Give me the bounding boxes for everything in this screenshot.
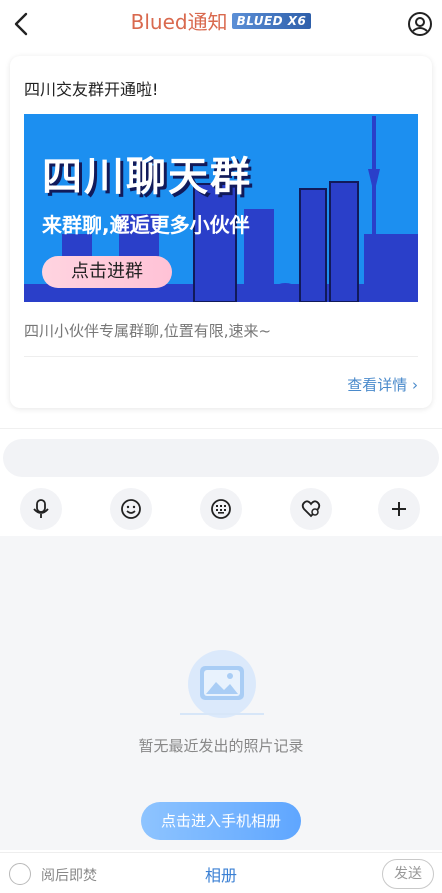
empty-photo-icon [180,650,264,718]
top-nav-bar: Blued通知 BLUED X6 [0,0,442,50]
notification-card[interactable]: 四川交友群开通啦! 四川聊天群 来群聊,邂逅更多小伙伴 点击进群 四川小伙伴专属… [10,56,432,408]
message-input[interactable] [3,439,439,477]
version-badge: BLUED X6 [231,12,312,29]
keyboard-button[interactable] [200,488,242,530]
send-button[interactable]: 发送 [382,859,434,889]
photo-panel: 暂无最近发出的照片记录 点击进入手机相册 [0,536,442,850]
empty-state-text: 暂无最近发出的照片记录 [138,737,304,755]
heart-sticker-icon [301,500,321,518]
profile-button[interactable] [407,11,433,37]
emoji-icon [121,499,141,519]
banner-headline: 四川聊天群 [42,154,252,200]
more-button[interactable] [378,488,420,530]
microphone-icon [33,499,49,518]
plus-icon [392,502,406,516]
card-title: 四川交友群开通啦! [24,80,159,99]
chat-toolbar [0,484,442,534]
card-divider [24,356,418,357]
sticker-button[interactable] [290,488,332,530]
user-icon [408,12,432,36]
message-input-bar [0,428,442,480]
album-tab[interactable]: 相册 [0,862,442,886]
emoji-button[interactable] [110,488,152,530]
open-album-button[interactable]: 点击进入手机相册 [141,802,301,840]
keyboard-icon [211,499,231,519]
banner-subline: 来群聊,邂逅更多小伙伴 [42,213,250,237]
group-banner[interactable]: 四川聊天群 来群聊,邂逅更多小伙伴 点击进群 [24,114,418,302]
page-title: Blued通知 [130,10,228,34]
card-description: 四川小伙伴专属群聊,位置有限,速来~ [24,322,272,340]
bottom-bar: 阅后即焚 相册 发送 [0,852,442,893]
page-title-group: Blued通知 BLUED X6 [0,6,442,35]
voice-button[interactable] [20,488,62,530]
join-group-button[interactable]: 点击进群 [42,256,172,288]
view-details-link[interactable]: 查看详情 › [347,374,418,395]
